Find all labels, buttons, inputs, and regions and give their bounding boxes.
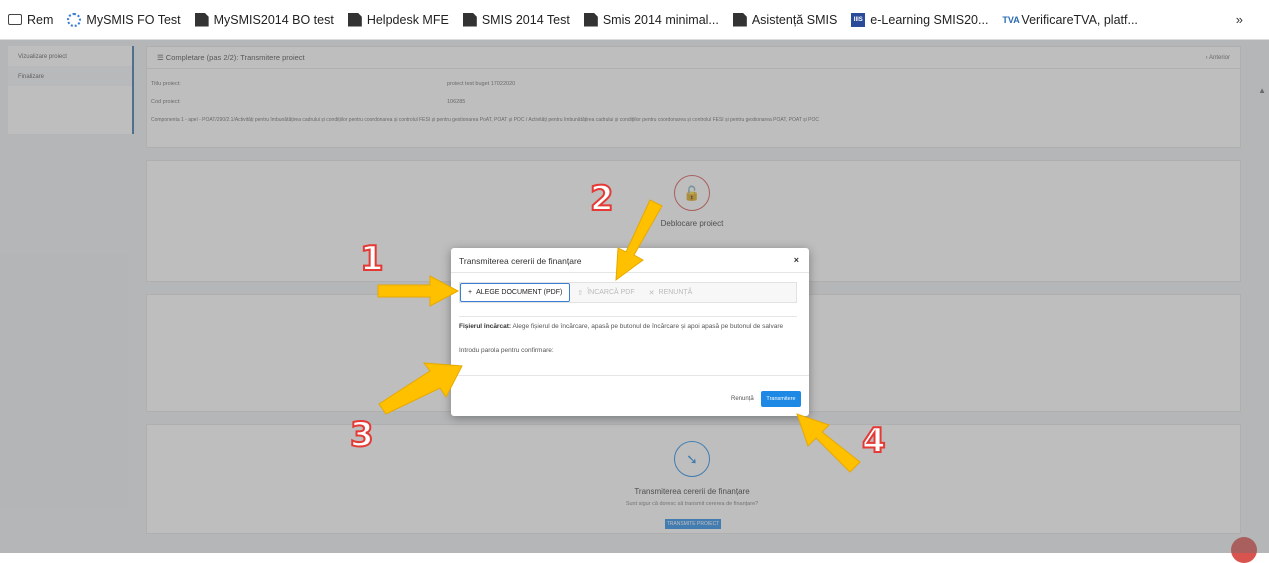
annotation-arrows bbox=[377, 199, 861, 473]
annotation-arrow-3 bbox=[378, 362, 463, 415]
annotation-arrow-4 bbox=[796, 413, 861, 473]
annotation-arrow-1 bbox=[377, 275, 460, 307]
annotation-arrow-2 bbox=[615, 199, 663, 282]
